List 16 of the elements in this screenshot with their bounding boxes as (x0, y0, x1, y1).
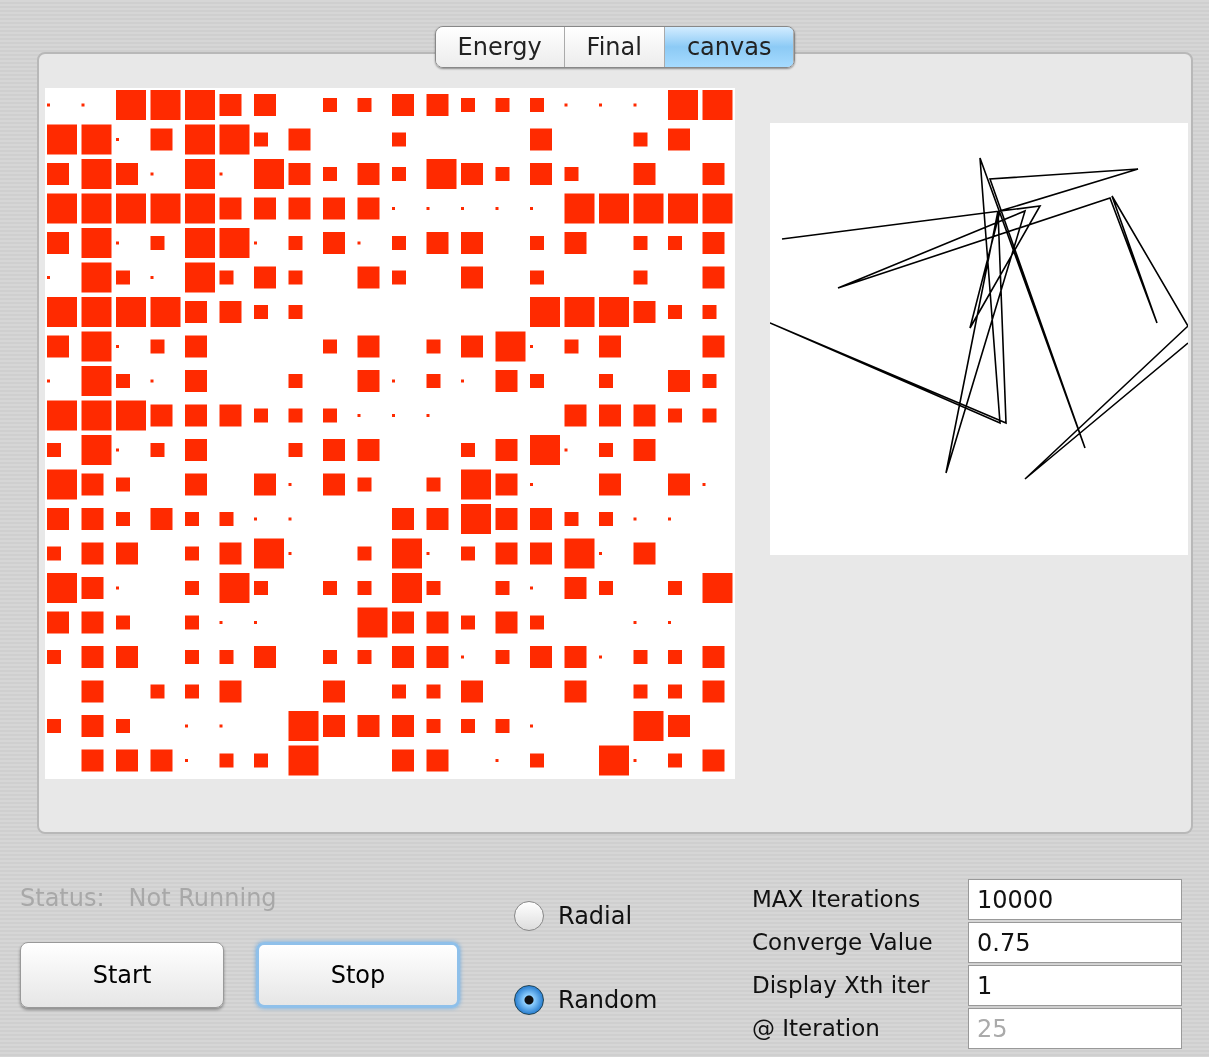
parameter-label: MAX Iterations (752, 885, 922, 915)
input-field[interactable]: 0.75 (968, 922, 1182, 963)
push-button[interactable]: Stop (256, 942, 460, 1008)
tab[interactable]: canvas (664, 27, 795, 67)
input-field[interactable]: 1 (968, 965, 1182, 1006)
tab[interactable]: Final (564, 27, 665, 67)
radio-button[interactable] (514, 985, 544, 1015)
radio-button[interactable] (514, 901, 544, 931)
radio-label: Radial (558, 901, 633, 932)
parameter-label: @ Iteration (752, 1014, 881, 1044)
input-field[interactable]: 10000 (968, 879, 1182, 920)
parameter-label: Converge Value (752, 928, 934, 958)
radio-label: Random (558, 985, 658, 1016)
push-button[interactable]: Start (20, 942, 224, 1008)
tab[interactable]: Energy (435, 27, 565, 67)
parameter-label: Display Xth iter (752, 971, 931, 1001)
